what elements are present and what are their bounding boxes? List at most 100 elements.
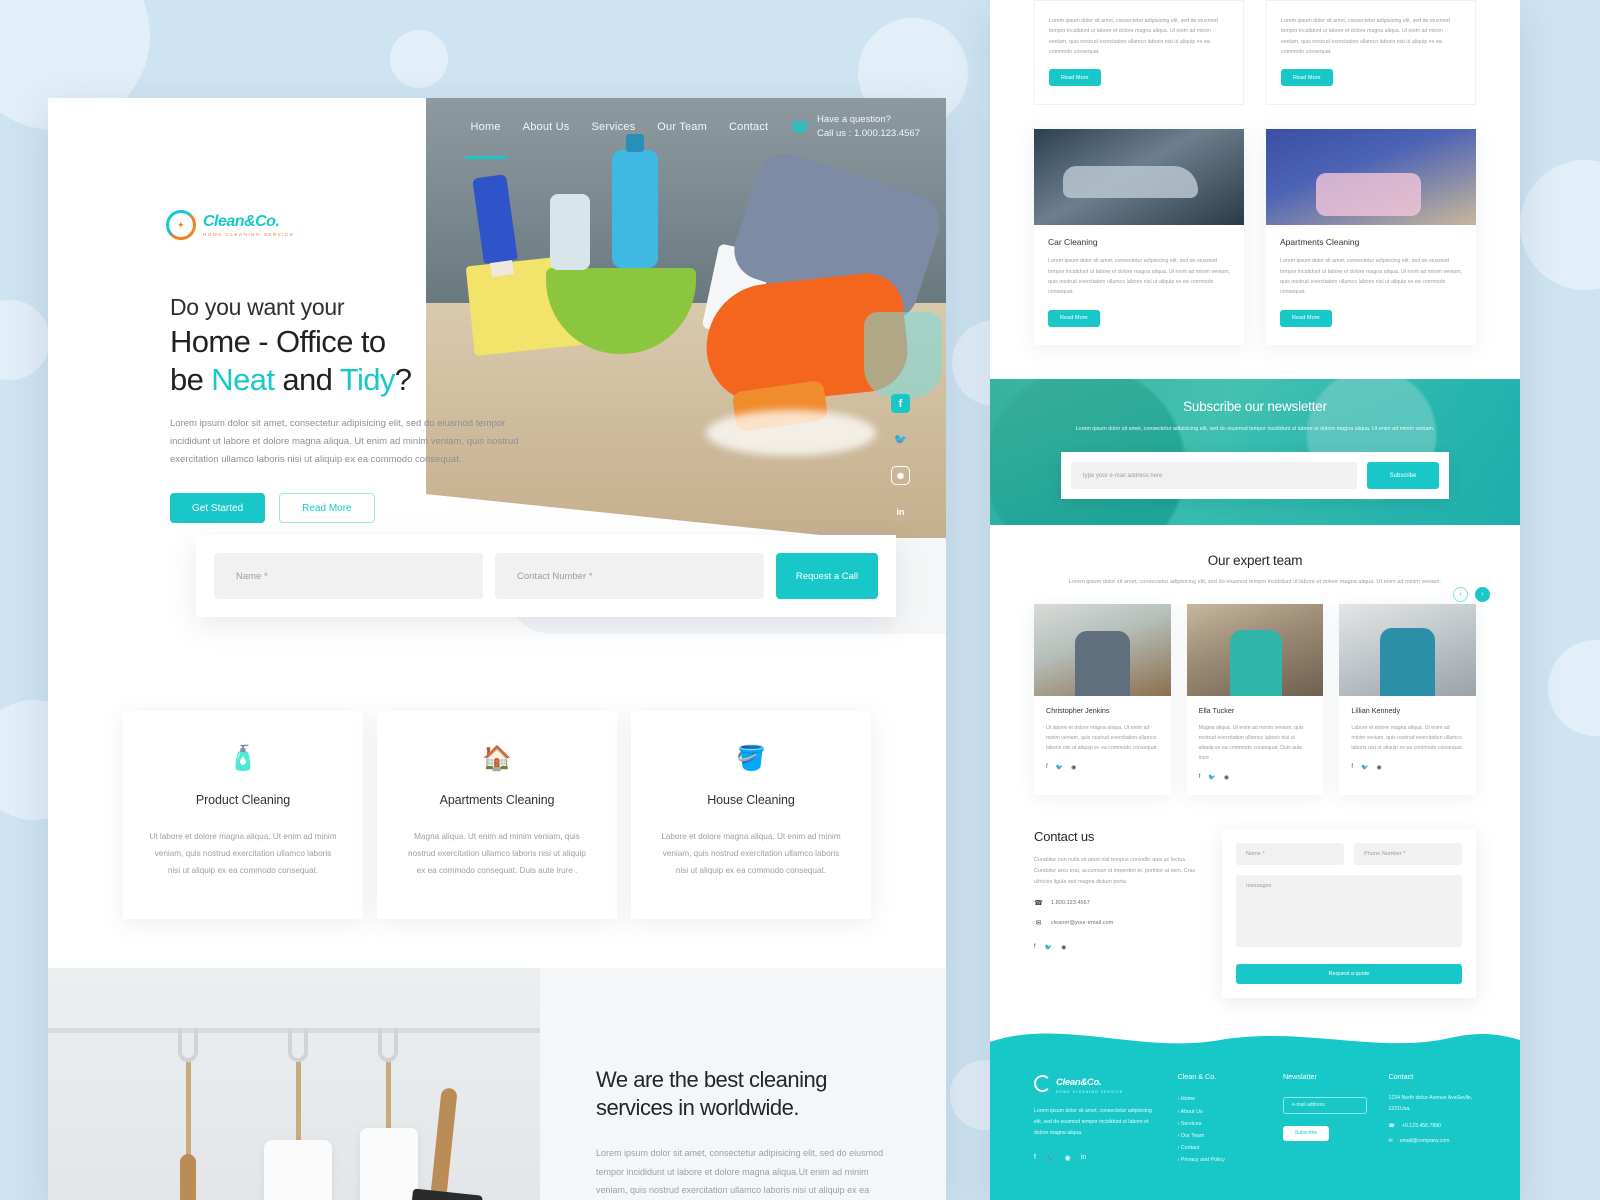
site-logo[interactable]: ✦ Clean&Co. HOME CLEANING SERVICE	[166, 210, 294, 240]
nav-item-our-team[interactable]: Our Team	[657, 121, 707, 133]
footer-email-line[interactable]: ✉ email@company.com	[1388, 1138, 1476, 1144]
hero-headline-line2b: and	[274, 361, 340, 397]
team-paragraph: Lorem ipsum dolor sit amet, consectetur …	[1068, 578, 1442, 585]
footer-newsletter-heading: Newslatter	[1282, 1072, 1317, 1082]
footer-phone-line[interactable]: ☎ +0.123.456.7890	[1388, 1123, 1476, 1129]
nav-item-home[interactable]: Home	[464, 121, 507, 159]
nav-item-services[interactable]: Services	[592, 121, 636, 133]
contact-email-line[interactable]: ✉ cleaner@your-email.com	[1034, 919, 1202, 928]
team-member-text: Labore et dolore magna aliqua. Ut enim a…	[1351, 724, 1464, 752]
instagram-icon[interactable]: ◉	[1377, 764, 1382, 771]
read-more-button[interactable]: Read More	[279, 493, 375, 524]
photo-card-apartments-cleaning[interactable]: Apartments Cleaning Lorem ipsum dolor si…	[1266, 129, 1476, 345]
quote-name-input[interactable]	[1236, 843, 1344, 866]
instagram-icon[interactable]: ◉	[1061, 944, 1066, 951]
car-wash-photo	[1034, 129, 1244, 226]
team-member-name: Ella Tucker	[1198, 705, 1235, 715]
twitter-icon[interactable]: 🐦	[1208, 774, 1215, 781]
newsletter-form: Subscribe	[1061, 452, 1449, 500]
footer-logo[interactable]: Clean&Co. HOME CLEANING SERVICE	[1034, 1072, 1159, 1094]
instagram-icon[interactable]: ◉	[1071, 764, 1076, 771]
footer-email-value: email@company.com	[1399, 1138, 1450, 1145]
photo-card-car-cleaning[interactable]: Car Cleaning Lorem ipsum dolor sit amet,…	[1034, 129, 1244, 345]
team-member-card[interactable]: Lillian Kennedy Labore et dolore magna a…	[1339, 603, 1477, 796]
envelope-icon: ✉	[1035, 920, 1042, 928]
team-member-socials: f 🐦 ◉	[1351, 764, 1464, 771]
service-card-title: Apartments Cleaning	[439, 793, 555, 807]
service-card-apartments-cleaning[interactable]: 🏠 Apartments Cleaning Magna aliqua. Ut e…	[377, 711, 617, 919]
footer-link-home[interactable]: › Home	[1177, 1093, 1265, 1105]
chevron-left-icon[interactable]: ‹	[1453, 586, 1468, 602]
spray-bottles-icon: 🧴	[228, 745, 258, 772]
female-cleaner-photo	[1186, 603, 1324, 696]
request-a-quote-button[interactable]: Request a quote	[1236, 964, 1462, 985]
newsletter-paragraph: Lorem ipsum dolor sit amet, consectetur …	[1075, 425, 1435, 432]
request-call-form: Request a Call	[196, 535, 896, 617]
footer-wave-divider	[990, 1024, 1520, 1059]
brooms-photo	[48, 968, 540, 1200]
footer-link-contact[interactable]: › Contact	[1177, 1142, 1265, 1154]
chevron-right-icon[interactable]: ›	[1475, 586, 1490, 602]
contact-number-input[interactable]	[495, 553, 764, 599]
nav-item-contact[interactable]: Contact	[729, 121, 768, 133]
nav-item-about-us[interactable]: About Us	[523, 121, 570, 133]
facebook-icon[interactable]: f	[1034, 944, 1036, 951]
service-card-title: House Cleaning	[707, 793, 795, 807]
hero-paragraph: Lorem ipsum dolor sit amet, consectetur …	[170, 417, 519, 466]
service-card-product-cleaning[interactable]: 🧴 Product Cleaning Ut labore et dolore m…	[123, 711, 363, 919]
read-more-button[interactable]: Read More	[1280, 309, 1332, 327]
footer-address: 1234 North dolce Avenue AvaSevlle, 1221U…	[1388, 1095, 1473, 1112]
team-member-name: Lillian Kennedy	[1351, 705, 1401, 715]
team-member-card[interactable]: Christopher Jenkins Ut labore et dolore …	[1034, 603, 1171, 796]
hero-buttons: Get Started Read More	[170, 493, 530, 524]
facebook-icon[interactable]: f	[1351, 764, 1353, 771]
footer-link-about-us[interactable]: › About Us	[1177, 1106, 1265, 1118]
read-more-button[interactable]: Read More	[1048, 309, 1100, 327]
footer-link-privacy-and-policy[interactable]: › Privacy and Policy	[1177, 1154, 1265, 1166]
facebook-icon[interactable]: f	[1199, 774, 1201, 781]
read-more-button[interactable]: Read More	[1281, 69, 1333, 87]
get-started-button[interactable]: Get Started	[170, 493, 266, 524]
logo-mark	[1034, 1074, 1051, 1092]
nav-links: Home About Us Services Our Team Contact	[464, 121, 769, 159]
newsletter-subscribe-button[interactable]: Subscribe	[1367, 462, 1439, 490]
top-card-2[interactable]: Lorem ipsum dolor sit amet, consectetur …	[1266, 0, 1476, 106]
facebook-icon[interactable]: f	[891, 394, 910, 413]
twitter-icon[interactable]: 🐦	[1056, 764, 1063, 771]
hero-headline-qmark: ?	[394, 361, 412, 397]
request-a-call-button[interactable]: Request a Call	[776, 553, 878, 599]
footer-about-text: Lorem ipsum dolor sit amet, consectetur …	[1034, 1108, 1152, 1136]
footer-links-heading: Clean & Co.	[1177, 1072, 1217, 1082]
instagram-icon[interactable]: ◉	[1224, 774, 1229, 781]
twitter-icon[interactable]: 🐦	[1046, 1154, 1055, 1162]
service-card-house-cleaning[interactable]: 🪣 House Cleaning Labore et dolore magna …	[631, 711, 871, 919]
twitter-icon[interactable]: 🐦	[1045, 944, 1052, 951]
top-card-text: Lorem ipsum dolor sit amet, consectetur …	[1281, 18, 1450, 55]
twitter-icon[interactable]: 🐦	[891, 430, 910, 449]
linkedin-icon[interactable]: in	[1081, 1154, 1086, 1162]
footer-link-services[interactable]: › Services	[1177, 1118, 1265, 1130]
hero-headline-line2a: be	[170, 361, 212, 397]
footer-email-input[interactable]	[1282, 1096, 1367, 1114]
contact-socials: f 🐦 ◉	[1034, 944, 1202, 951]
twitter-icon[interactable]: 🐦	[1361, 764, 1368, 771]
name-input[interactable]	[214, 553, 483, 599]
linkedin-icon[interactable]: in	[891, 502, 910, 521]
quote-message-textarea[interactable]	[1236, 875, 1462, 948]
contact-info: Contact us Curabitur non nulla sit amet …	[1034, 829, 1202, 998]
footer-link-our-team[interactable]: › Our Team	[1177, 1130, 1265, 1142]
instagram-icon[interactable]: ◉	[891, 466, 910, 485]
service-cards-row: 🧴 Product Cleaning Ut labore et dolore m…	[48, 663, 946, 968]
footer-socials: f 🐦 ◉ in	[1034, 1154, 1159, 1162]
facebook-icon[interactable]: f	[1034, 1154, 1036, 1162]
instagram-icon[interactable]: ◉	[1065, 1154, 1071, 1162]
newsletter-email-input[interactable]	[1071, 462, 1357, 490]
read-more-button[interactable]: Read More	[1049, 69, 1101, 87]
facebook-icon[interactable]: f	[1046, 764, 1048, 771]
contact-phone-line[interactable]: ☎ 1.800.123.4567	[1034, 899, 1202, 908]
footer-subscribe-button[interactable]: Subscribe	[1282, 1125, 1329, 1141]
quote-phone-input[interactable]	[1354, 843, 1462, 866]
top-card-1[interactable]: Lorem ipsum dolor sit amet, consectetur …	[1034, 0, 1244, 106]
team-member-card[interactable]: Ella Tucker Magna aliqua. Ut enim ad min…	[1186, 603, 1324, 796]
header-phone-block[interactable]: ☎ Have a question? Call us : 1.000.123.4…	[790, 113, 920, 141]
